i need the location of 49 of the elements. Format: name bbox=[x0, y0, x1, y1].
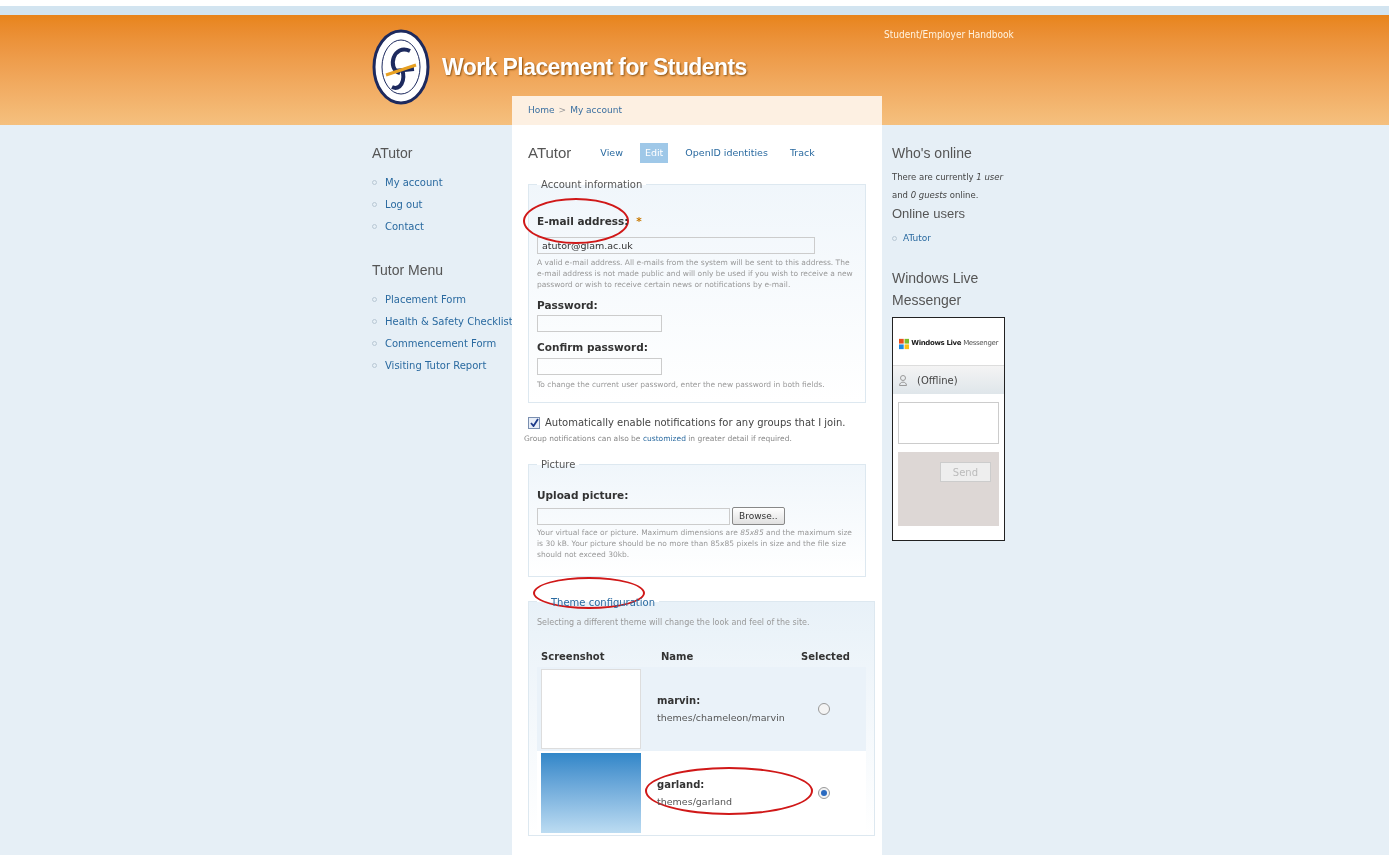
message-field[interactable] bbox=[898, 402, 999, 444]
column-header: Selected bbox=[801, 650, 851, 665]
flag-logo-icon bbox=[899, 337, 910, 350]
tab[interactable]: Track bbox=[784, 143, 820, 164]
sidebar-link[interactable]: Placement Form bbox=[385, 292, 467, 307]
check-icon bbox=[529, 418, 539, 428]
block-subtitle: Online users bbox=[892, 205, 966, 223]
user-link[interactable]: ATutor bbox=[903, 231, 932, 245]
checkbox[interactable] bbox=[528, 416, 540, 429]
site-title: Work Placement for Students bbox=[442, 52, 747, 82]
block-title: Who's online bbox=[892, 144, 973, 163]
online-text: There are currently 1 user and 0 guests online. bbox=[892, 171, 1005, 202]
sidebar-link[interactable]: Health & Safety Checklist bbox=[385, 314, 513, 329]
tab[interactable]: OpenID identities bbox=[680, 143, 773, 164]
breadcrumb-link[interactable]: Home bbox=[528, 103, 555, 118]
breadcrumb-separator: > bbox=[558, 103, 567, 117]
column-header: Name bbox=[661, 650, 695, 665]
sidebar-link[interactable]: Commencement Form bbox=[385, 336, 497, 351]
sidebar-link[interactable]: My account bbox=[385, 175, 443, 190]
checkbox-label: Automatically enable notifications for any groups that I join. bbox=[545, 416, 846, 431]
theme-path: themes/chameleon/marvin bbox=[657, 711, 786, 726]
breadcrumb-link[interactable]: My account bbox=[570, 103, 622, 118]
sidebar-link[interactable]: Contact bbox=[385, 219, 424, 234]
theme-path: themes/garland bbox=[657, 795, 734, 810]
block-title: Windows Live Messenger bbox=[892, 269, 980, 310]
sidebar-link[interactable]: Log out bbox=[385, 197, 423, 212]
radio-button[interactable] bbox=[817, 787, 830, 800]
field-label: Upload picture: bbox=[537, 487, 630, 503]
password-field[interactable] bbox=[537, 315, 662, 333]
file-field[interactable] bbox=[537, 507, 730, 525]
email-field[interactable]: atutor@glam.ac.uk bbox=[537, 236, 815, 254]
tab[interactable]: View bbox=[595, 143, 628, 164]
sidebar-link[interactable]: Visiting Tutor Report bbox=[385, 358, 487, 373]
column-header: Screenshot bbox=[541, 650, 606, 665]
theme-name: marvin: bbox=[657, 694, 702, 709]
field-label: Confirm password: bbox=[537, 340, 649, 356]
block-title: Tutor Menu bbox=[372, 261, 445, 280]
theme-name: garland: bbox=[657, 778, 706, 793]
person-icon bbox=[899, 374, 907, 386]
radio-button[interactable] bbox=[817, 703, 830, 716]
password-field[interactable] bbox=[537, 358, 662, 375]
field-label: Password: bbox=[537, 297, 599, 313]
fieldset-legend: Picture bbox=[537, 456, 580, 472]
browse-button[interactable]: Browse.. bbox=[732, 507, 785, 526]
block-title: ATutor bbox=[372, 144, 414, 163]
description-text: Selecting a different theme will change the look and feel of the site. bbox=[537, 617, 811, 630]
page-title: ATutor bbox=[528, 143, 572, 163]
status-text: (Offline) bbox=[917, 373, 958, 388]
fieldset-legend: Account information bbox=[537, 176, 647, 192]
